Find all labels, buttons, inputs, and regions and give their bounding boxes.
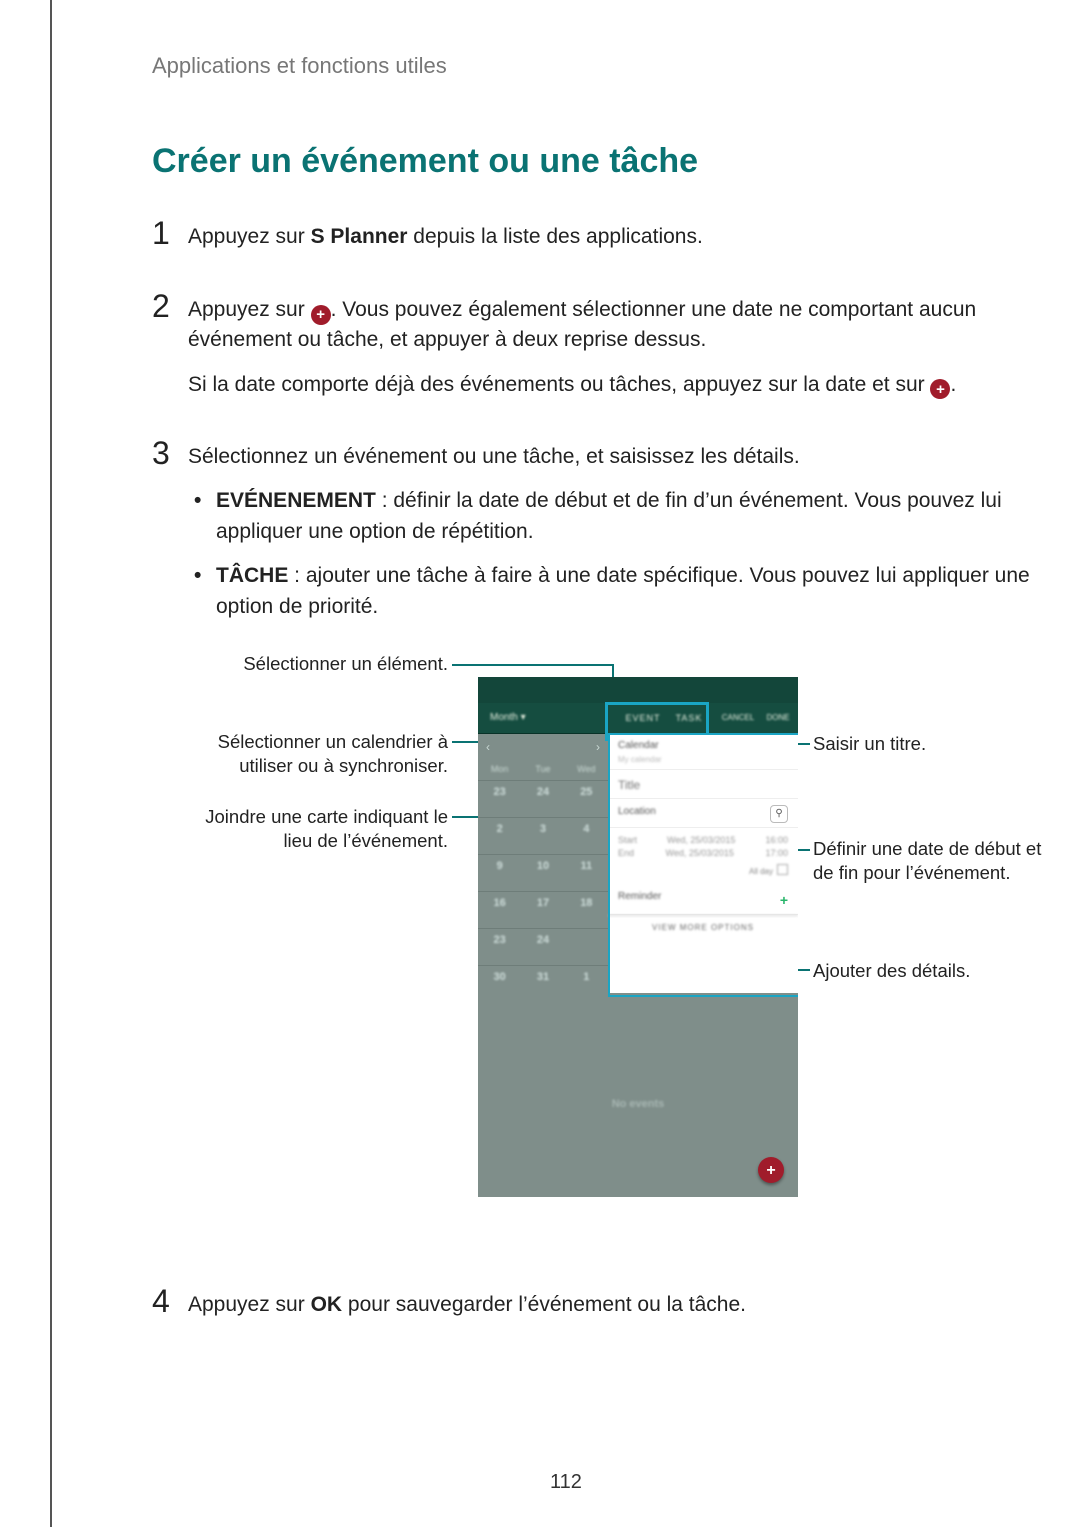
reminder-row[interactable]: Reminder + <box>608 884 798 915</box>
callout-title: Saisir un titre. <box>813 732 1043 756</box>
callout-dates: Définir une date de début et de fin pour… <box>813 837 1063 885</box>
bullet-event: EVÉNENEMENT : définir la date de début e… <box>188 486 1068 547</box>
step-1-number: 1 <box>152 216 188 251</box>
callout-select-item: Sélectionner un élément. <box>198 652 448 676</box>
view-more-options[interactable]: VIEW MORE OPTIONS <box>608 915 798 940</box>
tab-event[interactable]: EVENT <box>620 712 666 725</box>
cal-next[interactable]: › <box>596 739 600 756</box>
step-4-number: 4 <box>152 1284 188 1319</box>
location-pin-icon[interactable]: ⚲ <box>770 805 788 823</box>
section-title: Créer un événement ou une tâche <box>152 137 980 186</box>
callout-select-calendar: Sélectionner un calendrier à utiliser ou… <box>188 730 448 778</box>
step-4-text: Appuyez sur OK pour sauvegarder l’événem… <box>188 1290 980 1320</box>
done-button[interactable]: DONE <box>758 712 798 724</box>
location-row[interactable]: Location ⚲ <box>608 799 798 828</box>
allday-checkbox[interactable] <box>777 864 788 875</box>
plus-icon: + <box>930 379 950 399</box>
tab-task[interactable]: TASK <box>666 712 712 725</box>
callout-map-location: Joindre une carte indiquant le lieu de l… <box>188 805 448 853</box>
time-block[interactable]: StartWed, 25/03/201516:00 EndWed, 25/03/… <box>608 828 798 884</box>
step-2-p1: Appuyez sur +. Vous pouvez également sél… <box>188 295 980 356</box>
step-2-p2: Si la date comporte déjà des événements … <box>188 370 980 400</box>
step-2-number: 2 <box>152 289 188 324</box>
step-3-number: 3 <box>152 436 188 471</box>
calendar-grid[interactable]: 232425 234 91011 161718 2324 30311 <box>478 780 608 1002</box>
plus-icon: + <box>311 305 331 325</box>
page-number: 112 <box>52 1468 1080 1497</box>
calendar-panel[interactable]: ‹ › Mon Tue Wed 232425 234 9 <box>478 733 608 1001</box>
cal-prev[interactable]: ‹ <box>486 739 490 756</box>
cancel-button[interactable]: CANCEL <box>718 712 758 724</box>
diagram: Sélectionner un élément. Sélectionner un… <box>188 642 1068 1232</box>
tabs-row[interactable]: Month ▾ EVENT TASK CANCEL DONE <box>478 703 798 734</box>
no-events-label: No events <box>478 1097 798 1113</box>
callout-details: Ajouter des détails. <box>813 959 1043 983</box>
title-input[interactable] <box>618 776 788 794</box>
event-form: Calendar My calendar Location ⚲ <box>608 733 798 993</box>
step-3-text: Sélectionnez un événement ou une tâche, … <box>188 442 1068 472</box>
fab-add-button[interactable]: + <box>758 1157 784 1183</box>
phone-mock: Month ▾ EVENT TASK CANCEL DONE <box>478 677 798 1197</box>
add-reminder-icon[interactable]: + <box>780 890 788 910</box>
calendar-row[interactable]: Calendar My calendar <box>608 733 798 770</box>
bullet-task: TÂCHE : ajouter une tâche à faire à une … <box>188 561 1068 622</box>
breadcrumb: Applications et fonctions utiles <box>152 50 980 82</box>
month-selector[interactable]: Month ▾ <box>478 711 620 726</box>
step-1-text: Appuyez sur S Planner depuis la liste de… <box>188 222 980 252</box>
